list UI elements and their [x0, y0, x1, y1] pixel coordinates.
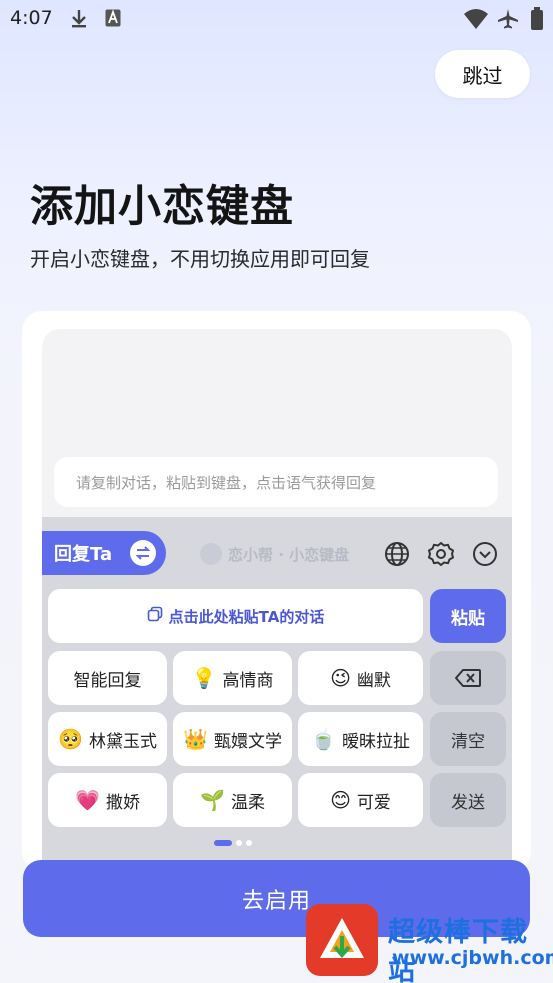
- crown-icon: 👑: [183, 727, 208, 751]
- gear-icon: [428, 541, 454, 571]
- send-key: 发送: [430, 773, 506, 827]
- chevron-down-icon: [472, 541, 498, 571]
- tone-key-smart-reply: 智能回复: [48, 651, 167, 705]
- paste-key: 粘贴: [430, 589, 506, 643]
- page-dot: [236, 840, 242, 846]
- winking-face-icon: 😉: [330, 666, 351, 690]
- site-watermark-logo: [306, 904, 378, 976]
- brand-watermark-text: 恋小帮 · 小恋键盘: [228, 545, 350, 564]
- backspace-icon: [455, 669, 481, 687]
- brand-watermark: 恋小帮 · 小恋键盘: [200, 543, 349, 565]
- tone-key-cute: 😊 可爱: [298, 773, 423, 827]
- status-time: 4:07: [10, 7, 53, 29]
- airplane-mode-icon: [496, 7, 520, 35]
- tone-key-lin-daiyu: 🥺 林黛玉式: [48, 712, 167, 766]
- tone-key-gentle: 🌱 温柔: [173, 773, 292, 827]
- page-indicator: [214, 840, 252, 846]
- tone-key-label: 林黛玉式: [88, 731, 157, 752]
- pleading-face-icon: 🥺: [58, 727, 83, 751]
- battery-icon: [530, 7, 544, 35]
- chat-input-preview: 请复制对话，粘贴到键盘，点击语气获得回复: [54, 457, 498, 507]
- tone-key-humor: 😉 幽默: [298, 651, 423, 705]
- tone-key-label: 高情商: [222, 670, 274, 691]
- reply-ta-label: 回复Ta: [54, 544, 113, 565]
- tone-key-label: 暧昧拉扯: [341, 731, 410, 752]
- page-dot: [246, 840, 252, 846]
- wifi-icon: [463, 8, 489, 34]
- skip-button[interactable]: 跳过: [435, 50, 530, 98]
- tone-key-label: 可爱: [356, 792, 391, 813]
- smiling-face-icon: 😊: [330, 788, 351, 812]
- tone-key-label: 幽默: [356, 670, 391, 691]
- page-subtitle: 开启小恋键盘，不用切换应用即可回复: [30, 247, 370, 271]
- site-watermark-url: www.cjbwh.com: [392, 947, 553, 969]
- seedling-icon: 🌱: [200, 788, 225, 812]
- keyboard-preview: 回复Ta 恋小帮 · 小恋键盘 点击此处粘贴TA的对话 粘贴 智能回复 💡 高情…: [42, 517, 512, 871]
- copy-icon: [147, 606, 163, 626]
- keyboard-preview-card: 请复制对话，粘贴到键盘，点击语气获得回复 回复Ta 恋小帮 · 小恋键盘 点击此…: [22, 311, 531, 871]
- brand-logo-icon: [200, 543, 222, 565]
- page-title: 添加小恋键盘: [30, 182, 294, 232]
- clear-key: 清空: [430, 712, 506, 766]
- download-icon: [70, 9, 88, 33]
- tone-key-label: 温柔: [230, 792, 265, 813]
- tea-icon: 🍵: [311, 727, 336, 751]
- tone-key-label: 撒娇: [105, 792, 140, 813]
- globe-icon: [384, 541, 410, 571]
- tone-key-flirt: 🍵 暧昧拉扯: [298, 712, 423, 766]
- reply-ta-tab: 回复Ta: [42, 531, 166, 575]
- keyboard-a-icon: [105, 9, 121, 31]
- paste-conversation-area: 点击此处粘贴TA的对话: [48, 589, 423, 643]
- backspace-key: [430, 651, 506, 705]
- tone-key-high-eq: 💡 高情商: [173, 651, 292, 705]
- tone-key-label: 智能回复: [73, 670, 142, 691]
- tone-key-zhen-huan: 👑 甄嬛文学: [173, 712, 292, 766]
- swap-icon: [130, 540, 156, 566]
- paste-area-label: 点击此处粘贴TA的对话: [168, 607, 325, 626]
- heart-icon: 💗: [75, 788, 100, 812]
- page-dot-active: [214, 840, 232, 846]
- tone-key-label: 甄嬛文学: [213, 731, 282, 752]
- lightbulb-icon: 💡: [191, 666, 217, 690]
- status-bar: 4:07: [0, 0, 553, 40]
- tone-key-coquettish: 💗 撒娇: [48, 773, 167, 827]
